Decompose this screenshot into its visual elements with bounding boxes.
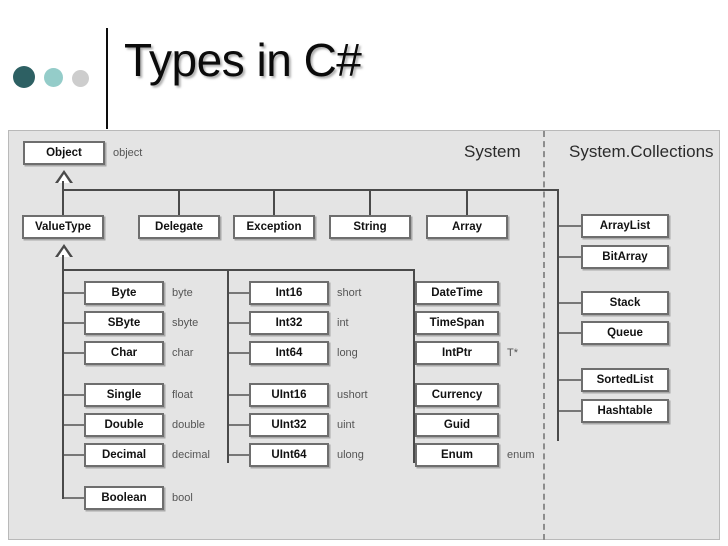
connector-stub-sbyte [64,322,84,324]
connector-stub-single [64,394,84,396]
connector-stub-hashtable [559,410,581,412]
class-box-exception[interactable]: Exception [233,215,315,239]
class-box-bitarray[interactable]: BitArray [581,245,669,269]
alias-uint32: uint [337,419,355,431]
class-box-datetime[interactable]: DateTime [415,281,499,305]
connector-stub-int64 [229,352,249,354]
connector-stub-bitarray [559,256,581,258]
class-box-uint32[interactable]: UInt32 [249,413,329,437]
alias-intptr: T* [507,347,518,359]
class-box-stack[interactable]: Stack [581,291,669,315]
class-box-hashtable[interactable]: Hashtable [581,399,669,423]
class-box-sortedlist[interactable]: SortedList [581,368,669,392]
title-divider-rule [106,28,108,129]
connector-stub-char [64,352,84,354]
class-box-array[interactable]: Array [426,215,508,239]
class-box-decimal[interactable]: Decimal [84,443,164,467]
alias-double: double [172,419,206,431]
class-box-string[interactable]: String [329,215,411,239]
class-box-single[interactable]: Single [84,383,164,407]
alias-int64: long [337,347,358,359]
connector-drop-array [466,189,468,217]
alias-boolean: bool [172,492,193,504]
connector-stub-uint64 [229,454,249,456]
alias-object: object [113,147,143,159]
connector-stub-int16 [229,292,249,294]
connector-stub-decimal [64,454,84,456]
namespace-divider [543,131,545,540]
class-box-uint64[interactable]: UInt64 [249,443,329,467]
alias-int16: short [337,287,362,299]
class-box-enum[interactable]: Enum [415,443,499,467]
alias-byte: byte [172,287,193,299]
class-box-int32[interactable]: Int32 [249,311,329,335]
class-box-boolean[interactable]: Boolean [84,486,164,510]
connector-stub-boolean [64,497,84,499]
class-box-sbyte[interactable]: SByte [84,311,164,335]
alias-single: float [172,389,193,401]
class-box-byte[interactable]: Byte [84,281,164,305]
connector-level2-bus [62,189,559,191]
decorative-dot-light [72,70,89,87]
class-box-guid[interactable]: Guid [415,413,499,437]
connector-stub-stack [559,302,581,304]
alias-sbyte: sbyte [172,317,199,329]
alias-enum: enum [507,449,535,461]
class-box-object[interactable]: Object [23,141,105,165]
page-title: Types in C# [124,34,362,86]
connector-stub-int32 [229,322,249,324]
connector-stub-uint32 [229,424,249,426]
class-box-int16[interactable]: Int16 [249,281,329,305]
connector-spine-col2 [227,269,229,463]
namespace-label-system: System [464,142,521,161]
connector-stub-sortedlist [559,379,581,381]
alias-decimal: decimal [172,449,210,461]
connector-drop-exception [273,189,275,217]
class-box-char[interactable]: Char [84,341,164,365]
alias-uint16: ushort [337,389,368,401]
connector-drop-delegate [178,189,180,217]
class-box-timespan[interactable]: TimeSpan [415,311,499,335]
type-hierarchy-diagram: System System.Collections Object object … [8,130,720,540]
class-box-double[interactable]: Double [84,413,164,437]
class-box-queue[interactable]: Queue [581,321,669,345]
class-box-uint16[interactable]: UInt16 [249,383,329,407]
connector-spine-col1 [62,269,64,499]
decorative-dot-mid [44,68,63,87]
class-box-arraylist[interactable]: ArrayList [581,214,669,238]
class-box-delegate[interactable]: Delegate [138,215,220,239]
decorative-dot-dark [13,66,35,88]
connector-stub-double [64,424,84,426]
connector-drop-valuetype [62,189,64,217]
connector-drop-string [369,189,371,217]
class-box-currency[interactable]: Currency [415,383,499,407]
connector-stub-arraylist [559,225,581,227]
alias-int32: int [337,317,349,329]
namespace-label-collections: System.Collections [569,142,714,161]
connector-stub-uint16 [229,394,249,396]
class-box-int64[interactable]: Int64 [249,341,329,365]
connector-valuetype-bus [62,269,415,271]
slide-header: Types in C# [0,0,728,129]
connector-stub-byte [64,292,84,294]
alias-char: char [172,347,194,359]
class-box-valuetype[interactable]: ValueType [22,215,104,239]
class-box-intptr[interactable]: IntPtr [415,341,499,365]
connector-stub-queue [559,332,581,334]
alias-uint64: ulong [337,449,364,461]
